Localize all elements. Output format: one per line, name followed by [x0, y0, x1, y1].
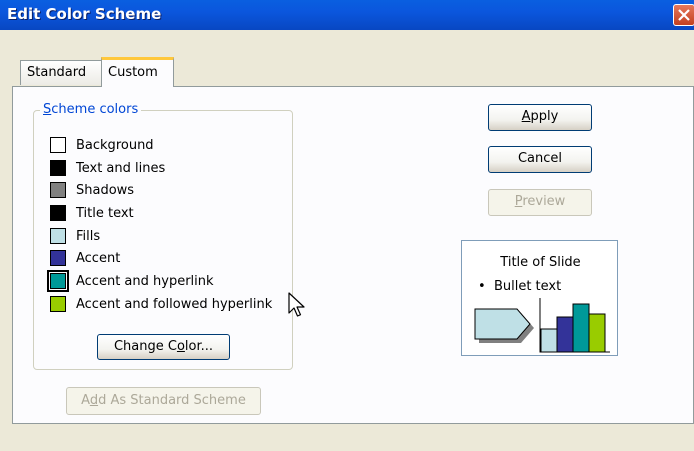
- color-swatch[interactable]: [50, 205, 66, 221]
- preview-bar: [540, 328, 558, 353]
- tab-custom[interactable]: Custom: [101, 57, 174, 87]
- preview-bar: [588, 313, 606, 353]
- title-bar[interactable]: Edit Color Scheme: [0, 0, 694, 30]
- preview-bar: [556, 316, 574, 353]
- close-button[interactable]: [673, 4, 694, 26]
- change-color-button[interactable]: Change Color...: [97, 334, 230, 360]
- color-row[interactable]: Shadows: [50, 180, 134, 200]
- color-swatch[interactable]: [50, 137, 66, 153]
- color-row[interactable]: Accent and followed hyperlink: [50, 294, 272, 314]
- tab-standard[interactable]: Standard: [20, 60, 102, 85]
- color-swatch[interactable]: [50, 228, 66, 244]
- slide-preview: Title of Slide • Bullet text: [461, 240, 618, 356]
- window-title: Edit Color Scheme: [7, 5, 162, 23]
- color-label: Text and lines: [76, 160, 166, 176]
- color-row[interactable]: Accent: [50, 248, 120, 268]
- color-row[interactable]: Text and lines: [50, 158, 165, 178]
- color-label: Title text: [76, 205, 134, 221]
- color-label: Fills: [76, 228, 101, 244]
- scheme-colors-legend: Scheme colors: [40, 102, 142, 117]
- color-swatch[interactable]: [50, 182, 66, 198]
- apply-button[interactable]: Apply: [488, 104, 592, 131]
- color-label: Accent and followed hyperlink: [76, 296, 273, 312]
- color-swatch[interactable]: [50, 250, 66, 266]
- preview-graphics: [474, 298, 610, 353]
- preview-arrow-shape: [474, 308, 534, 343]
- color-row[interactable]: Accent and hyperlink: [47, 270, 214, 292]
- cancel-button[interactable]: Cancel: [488, 146, 592, 173]
- color-row[interactable]: Title text: [50, 203, 134, 223]
- color-label: Background: [76, 137, 154, 153]
- color-row[interactable]: Fills: [50, 226, 100, 246]
- color-label: Shadows: [76, 182, 135, 198]
- color-row[interactable]: Background: [50, 135, 154, 155]
- color-swatch[interactable]: [50, 160, 66, 176]
- color-label: Accent and hyperlink: [76, 273, 214, 289]
- mouse-cursor-icon: [288, 292, 305, 317]
- color-swatch[interactable]: [47, 270, 69, 292]
- preview-bar-chart: [539, 298, 610, 353]
- preview-button[interactable]: Preview: [488, 189, 592, 216]
- color-label: Accent: [76, 250, 121, 266]
- close-icon: [678, 9, 690, 21]
- color-swatch[interactable]: [50, 296, 66, 312]
- preview-bar: [572, 303, 590, 353]
- add-as-standard-scheme-button[interactable]: Add As Standard Scheme: [66, 387, 261, 415]
